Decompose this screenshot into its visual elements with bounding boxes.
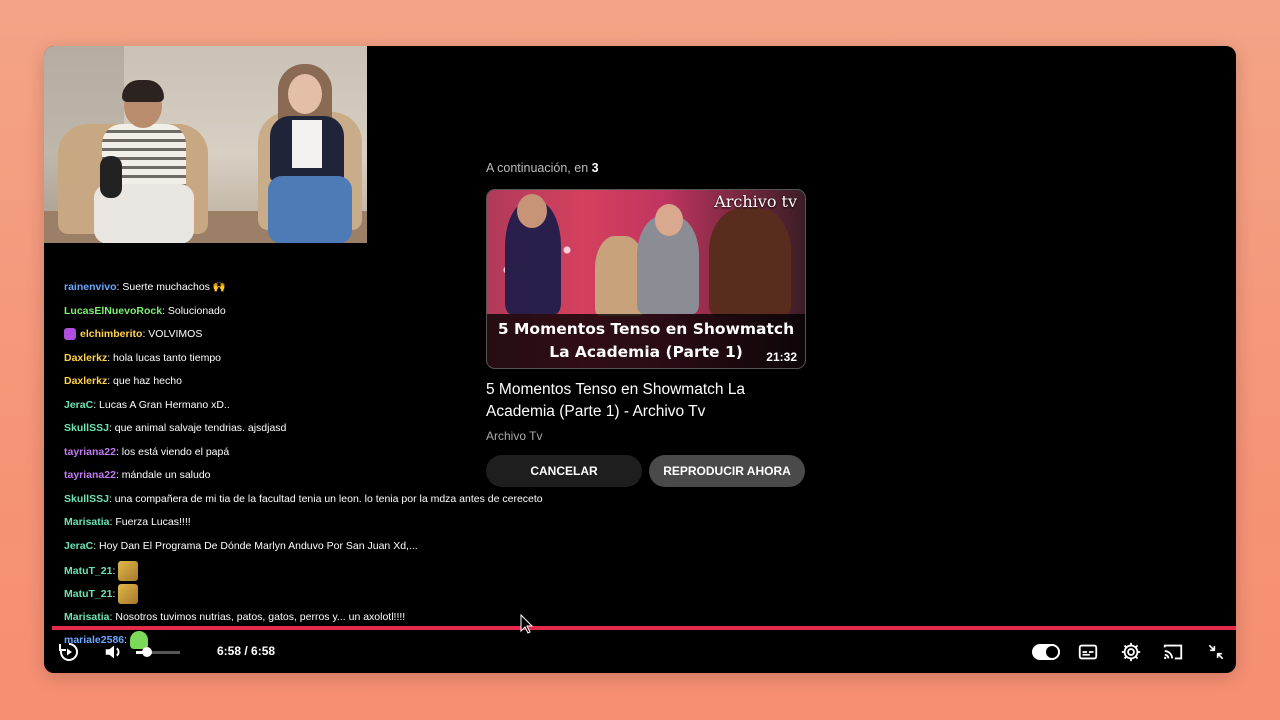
chat-username: Daxlerkz: [64, 351, 108, 364]
play-now-button[interactable]: REPRODUCIR AHORA: [649, 455, 805, 487]
volume-knob[interactable]: [142, 647, 152, 657]
chat-username: elchimberito: [80, 328, 143, 341]
chat-text: : Suerte muchachos 🙌: [116, 281, 226, 293]
chat-text: : que animal salvaje tendrias. ajsdjasd: [108, 422, 287, 435]
up-next-title[interactable]: 5 Momentos Tenso en Showmatch La Academi…: [486, 379, 796, 423]
replay-icon[interactable]: [55, 638, 83, 666]
chat-username: Marisatia: [64, 610, 110, 623]
mouse-cursor: [520, 613, 534, 639]
chat-message: MatuT_21:: [64, 584, 584, 608]
chat-text: : Hoy Dan El Programa De Dónde Marlyn An…: [93, 540, 418, 553]
streamer-figure: [80, 80, 198, 243]
chat-message: MatuT_21:: [64, 560, 584, 585]
up-next-thumbnail[interactable]: Archivo tv 5 Momentos Tenso en Showmatch…: [486, 189, 806, 369]
chat-message: SkullSSJ: una compañera de mi tia de la …: [64, 490, 584, 514]
chat-username: MatuT_21: [64, 564, 113, 577]
chat-text: : VOLVIMOS: [142, 328, 203, 341]
chat-text: : Nosotros tuvimos nutrias, patos, gatos…: [109, 610, 406, 623]
chat-message: JeraC: Hoy Dan El Programa De Dónde Marl…: [64, 537, 584, 561]
chat-text: : Lucas A Gran Hermano xD..: [93, 398, 230, 411]
chat-username: LucasElNuevoRock: [64, 304, 163, 317]
chat-username: tayriana22: [64, 445, 116, 458]
video-player[interactable]: rainenvivo: Suerte muchachos 🙌 LucasElNue…: [44, 46, 1236, 673]
chat-username: JeraC: [64, 540, 94, 553]
video-duration: 21:32: [766, 350, 797, 364]
emote-icon: [118, 584, 139, 605]
up-next-card: A continuación, en 3 Archivo tv 5 Moment…: [486, 161, 816, 487]
up-next-label: A continuación, en 3: [486, 161, 599, 175]
time-display: 6:58 / 6:58: [217, 644, 276, 658]
volume-icon[interactable]: [100, 638, 128, 666]
chat-text: :: [112, 587, 116, 600]
progress-bar[interactable]: [52, 626, 1236, 630]
webcam-overlay: [44, 46, 367, 243]
player-controls: 6:58 / 6:58: [44, 638, 1236, 673]
mic-badge-icon: [64, 328, 76, 341]
chat-text: :: [112, 564, 116, 577]
emote-icon: [118, 560, 139, 581]
thumbnail-caption: 5 Momentos Tenso en Showmatch La Academi…: [497, 320, 795, 361]
chat-message: Marisatia: Fuerza Lucas!!!!: [64, 513, 584, 537]
chat-text: : los está viendo el papá: [115, 445, 230, 458]
chat-text: : que haz hecho: [107, 375, 182, 388]
chat-text: : una compañera de mi tia de la facultad…: [108, 492, 543, 505]
chat-username: SkullSSJ: [64, 492, 109, 505]
chat-text: : mándale un saludo: [115, 469, 211, 482]
chat-username: Marisatia: [64, 516, 110, 529]
chat-text: : Fuerza Lucas!!!!: [109, 516, 191, 529]
autoplay-toggle-icon[interactable]: [1032, 644, 1060, 660]
chat-username: SkullSSJ: [64, 422, 109, 435]
chat-username: JeraC: [64, 398, 94, 411]
chat-text: : hola lucas tanto tiempo: [107, 351, 222, 364]
subtitles-icon[interactable]: [1074, 638, 1102, 666]
chat-username: Daxlerkz: [64, 375, 108, 388]
microphone: [100, 156, 122, 198]
chat-username: tayriana22: [64, 469, 116, 482]
chat-username: rainenvivo: [64, 281, 117, 293]
countdown: 3: [591, 161, 599, 175]
exit-fullscreen-icon[interactable]: [1202, 638, 1230, 666]
cancel-button[interactable]: CANCELAR: [486, 455, 642, 487]
up-next-channel[interactable]: Archivo Tv: [486, 429, 542, 443]
cast-icon[interactable]: [1159, 638, 1187, 666]
chat-username: MatuT_21: [64, 587, 113, 600]
thumbnail-brand: Archivo tv: [714, 192, 797, 211]
guest-figure: [256, 64, 366, 243]
chat-text: : Solucionado: [162, 304, 226, 317]
gear-icon[interactable]: [1117, 638, 1145, 666]
